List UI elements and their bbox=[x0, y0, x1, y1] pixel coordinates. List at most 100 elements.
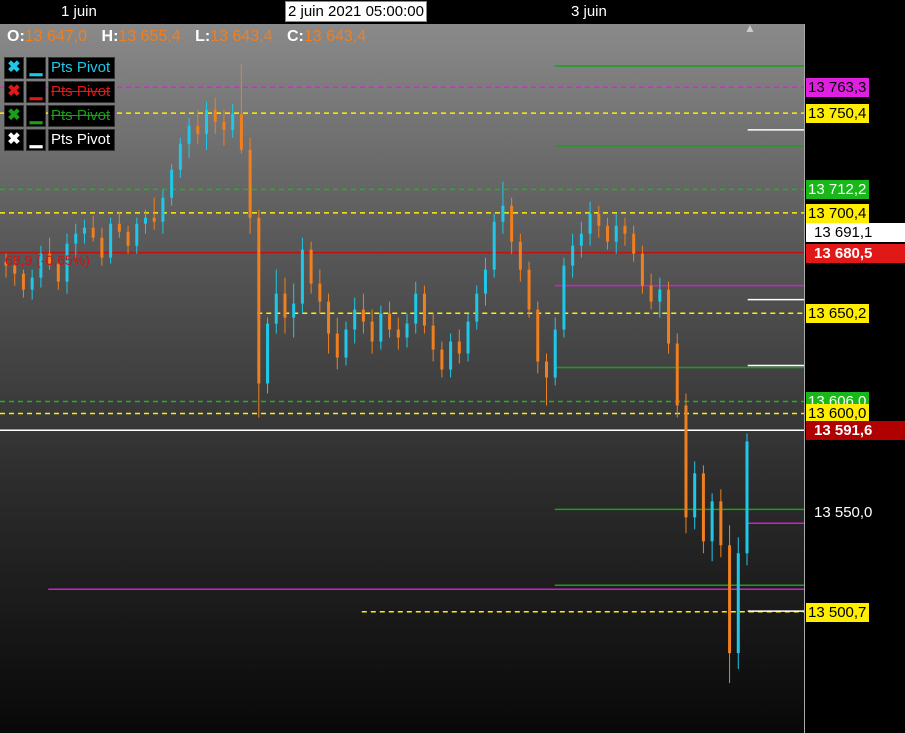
candle-body[interactable] bbox=[518, 241, 522, 270]
candle-body[interactable] bbox=[74, 233, 78, 244]
candle-body[interactable] bbox=[388, 313, 392, 330]
candle-body[interactable] bbox=[361, 309, 365, 322]
candle-body[interactable] bbox=[266, 323, 270, 384]
remove-icon[interactable]: ✖ bbox=[4, 57, 24, 79]
legend-label[interactable]: Pts Pivot bbox=[48, 105, 116, 127]
candle-body[interactable] bbox=[562, 265, 566, 330]
candle-body[interactable] bbox=[684, 405, 688, 518]
candle-body[interactable] bbox=[187, 125, 191, 144]
candle-body[interactable] bbox=[21, 273, 25, 290]
candle-body[interactable] bbox=[300, 249, 304, 304]
candle-body[interactable] bbox=[623, 225, 627, 234]
candle-body[interactable] bbox=[701, 473, 705, 542]
line-style-icon[interactable]: ▁ bbox=[26, 105, 46, 127]
line-style-icon[interactable]: ▁ bbox=[26, 81, 46, 103]
candle-body[interactable] bbox=[710, 501, 714, 542]
candle-body[interactable] bbox=[544, 361, 548, 378]
candle-body[interactable] bbox=[196, 125, 200, 134]
candle-body[interactable] bbox=[161, 197, 165, 222]
up-arrow-icon[interactable]: ▲ bbox=[744, 21, 756, 35]
candle-body[interactable] bbox=[614, 225, 618, 242]
candle-body[interactable] bbox=[222, 121, 226, 130]
candle-body[interactable] bbox=[82, 227, 86, 234]
candle-body[interactable] bbox=[152, 217, 156, 222]
candle-body[interactable] bbox=[501, 205, 505, 222]
candle-body[interactable] bbox=[588, 213, 592, 234]
candle-body[interactable] bbox=[449, 341, 453, 370]
candle-body[interactable] bbox=[248, 149, 252, 218]
candle-body[interactable] bbox=[170, 169, 174, 198]
candle-body[interactable] bbox=[309, 249, 313, 284]
candle-body[interactable] bbox=[658, 289, 662, 302]
candle-body[interactable] bbox=[466, 321, 470, 354]
legend-item[interactable]: ✖ ▁ Pts Pivot bbox=[4, 129, 116, 151]
candle-body[interactable] bbox=[422, 293, 426, 326]
legend-label[interactable]: Pts Pivot bbox=[48, 57, 116, 79]
candle-body[interactable] bbox=[283, 293, 287, 318]
candle-body[interactable] bbox=[649, 285, 653, 302]
candle-body[interactable] bbox=[213, 109, 217, 122]
candle-body[interactable] bbox=[475, 293, 479, 322]
candle-body[interactable] bbox=[693, 473, 697, 518]
candle-body[interactable] bbox=[231, 113, 235, 130]
time-axis[interactable]: 1 juin 2 juin 2021 05:00:00 3 juin bbox=[0, 0, 905, 24]
remove-icon[interactable]: ✖ bbox=[4, 129, 24, 151]
line-style-icon[interactable]: ▁ bbox=[26, 129, 46, 151]
candle-body[interactable] bbox=[431, 325, 435, 350]
candle-body[interactable] bbox=[405, 323, 409, 338]
price-axis[interactable] bbox=[804, 24, 905, 733]
candle-body[interactable] bbox=[457, 341, 461, 354]
candle-body[interactable] bbox=[728, 545, 732, 654]
candle-body[interactable] bbox=[327, 301, 331, 334]
legend-item[interactable]: ✖ ▁ Pts Pivot bbox=[4, 81, 116, 103]
candle-body[interactable] bbox=[109, 223, 113, 258]
candle-body[interactable] bbox=[510, 205, 514, 242]
candle-body[interactable] bbox=[117, 223, 121, 232]
candle-body[interactable] bbox=[274, 293, 278, 324]
candle-body[interactable] bbox=[632, 233, 636, 254]
candle-body[interactable] bbox=[640, 253, 644, 286]
candle-body[interactable] bbox=[736, 553, 740, 654]
candle-body[interactable] bbox=[379, 313, 383, 342]
candle-body[interactable] bbox=[257, 217, 261, 384]
remove-icon[interactable]: ✖ bbox=[4, 105, 24, 127]
candle-body[interactable] bbox=[370, 321, 374, 342]
candle-body[interactable] bbox=[492, 221, 496, 270]
legend-label[interactable]: Pts Pivot bbox=[48, 129, 116, 151]
candle-body[interactable] bbox=[126, 231, 130, 246]
candle-body[interactable] bbox=[353, 309, 357, 330]
legend-label[interactable]: Pts Pivot bbox=[48, 81, 116, 103]
candle-body[interactable] bbox=[292, 303, 296, 318]
candle-body[interactable] bbox=[396, 329, 400, 338]
candle-body[interactable] bbox=[597, 213, 601, 226]
candle-body[interactable] bbox=[606, 225, 610, 242]
candle-body[interactable] bbox=[100, 237, 104, 258]
candle-body[interactable] bbox=[527, 269, 531, 310]
candle-body[interactable] bbox=[143, 217, 147, 224]
candle-body[interactable] bbox=[675, 343, 679, 406]
candle-body[interactable] bbox=[414, 293, 418, 324]
price-chart[interactable] bbox=[0, 0, 905, 733]
line-style-icon[interactable]: ▁ bbox=[26, 57, 46, 79]
candle-body[interactable] bbox=[579, 233, 583, 246]
candle-body[interactable] bbox=[205, 109, 209, 134]
candle-body[interactable] bbox=[30, 277, 34, 290]
candle-body[interactable] bbox=[135, 223, 139, 246]
candle-body[interactable] bbox=[178, 143, 182, 170]
candle-body[interactable] bbox=[335, 333, 339, 358]
candle-body[interactable] bbox=[91, 227, 95, 238]
candle-body[interactable] bbox=[745, 441, 749, 554]
candle-body[interactable] bbox=[571, 245, 575, 266]
remove-icon[interactable]: ✖ bbox=[4, 81, 24, 103]
candle-body[interactable] bbox=[553, 329, 557, 378]
candle-body[interactable] bbox=[344, 329, 348, 358]
candle-body[interactable] bbox=[536, 309, 540, 362]
candle-body[interactable] bbox=[239, 113, 243, 150]
candle-body[interactable] bbox=[483, 269, 487, 294]
candle-body[interactable] bbox=[318, 283, 322, 302]
legend-item[interactable]: ✖ ▁ Pts Pivot bbox=[4, 105, 116, 127]
candle-body[interactable] bbox=[667, 289, 671, 344]
candle-body[interactable] bbox=[440, 349, 444, 370]
candle-body[interactable] bbox=[719, 501, 723, 546]
legend-item[interactable]: ✖ ▁ Pts Pivot bbox=[4, 57, 116, 79]
